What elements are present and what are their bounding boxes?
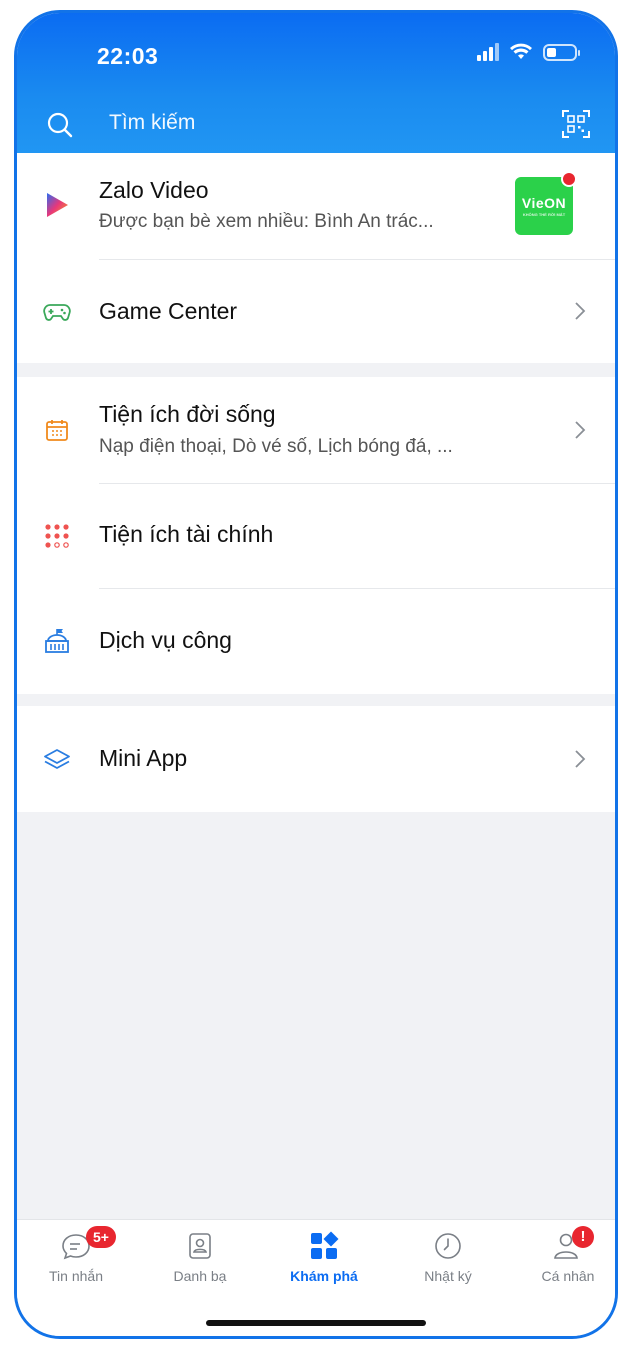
profile-icon: ! <box>552 1226 594 1262</box>
list-item-title: Dịch vụ công <box>99 627 232 653</box>
tab-label: Tin nhắn <box>49 1268 103 1284</box>
dots-grid-icon <box>43 522 71 550</box>
list-item-title: Tiện ích tài chính <box>99 521 274 547</box>
list-item-title: Tiện ích đời sống <box>99 401 276 427</box>
unread-badge: 5+ <box>86 1226 116 1248</box>
home-indicator <box>206 1320 426 1326</box>
discover-icon <box>308 1230 340 1262</box>
tab-label: Khám phá <box>290 1268 358 1284</box>
list-item-subtitle: Được bạn bè xem nhiều: Bình An trác... <box>99 211 434 232</box>
tab-label: Cá nhân <box>541 1268 595 1284</box>
clock-icon <box>432 1230 464 1262</box>
tab-profile[interactable]: ! Cá nhân <box>513 1226 615 1284</box>
chevron-right-icon <box>575 421 586 439</box>
phone-frame: 22:03 Tìm kiếm Zalo Video Được bạn bè xe… <box>14 10 618 1339</box>
thumbnail-tagline: KHÔNG THỂ RỜI MẮT <box>522 212 566 217</box>
list-item-tien-ich-tai-chinh[interactable]: Tiện ích tài chính <box>17 484 615 588</box>
list-item-dich-vu-cong[interactable]: Dịch vụ công <box>17 589 615 694</box>
tab-discover[interactable]: Khám phá <box>269 1230 379 1284</box>
tab-label: Nhật ký <box>424 1268 472 1284</box>
tab-messages[interactable]: 5+ Tin nhắn <box>21 1226 131 1284</box>
thumbnail-brand: VieON <box>521 195 567 211</box>
list-item-subtitle: Nạp điện thoại, Dò vé số, Lịch bóng đá, … <box>99 436 453 457</box>
list-item-title: Game Center <box>99 298 238 324</box>
search-bar[interactable]: Tìm kiếm <box>17 103 615 147</box>
search-label[interactable]: Tìm kiếm <box>109 111 195 135</box>
status-time: 22:03 <box>97 43 159 69</box>
battery-icon <box>543 43 580 61</box>
chevron-right-icon <box>575 302 586 320</box>
section-mini-app: Mini App <box>17 706 615 812</box>
government-building-icon <box>43 627 71 655</box>
wifi-icon <box>510 43 532 59</box>
chevron-right-icon <box>575 750 586 768</box>
list-item-zalo-video[interactable]: Zalo Video Được bạn bè xem nhiều: Bình A… <box>17 153 615 259</box>
list-item-title: Mini App <box>99 745 188 771</box>
list-item-mini-app[interactable]: Mini App <box>17 706 615 812</box>
signal-icon <box>477 43 499 61</box>
notification-dot <box>561 171 577 187</box>
gamepad-icon <box>43 298 71 326</box>
tab-timeline[interactable]: Nhật ký <box>393 1230 503 1284</box>
alert-badge: ! <box>572 1226 594 1248</box>
section-media: Zalo Video Được bạn bè xem nhiều: Bình A… <box>17 153 615 363</box>
tab-contacts[interactable]: Danh bạ <box>145 1230 255 1284</box>
header: 22:03 Tìm kiếm <box>17 13 615 153</box>
play-icon <box>43 191 71 219</box>
list-item-title: Zalo Video <box>99 177 209 203</box>
bottom-tab-bar: 5+ Tin nhắn Danh bạ Khám phá Nhật ký ! C… <box>17 1219 615 1336</box>
list-item-game-center[interactable]: Game Center <box>17 260 615 363</box>
qr-scan-icon[interactable] <box>561 109 591 139</box>
list-item-tien-ich-doi-song[interactable]: Tiện ích đời sống Nạp điện thoại, Dò vé … <box>17 377 615 483</box>
calendar-icon <box>43 416 71 444</box>
search-icon[interactable] <box>45 110 75 140</box>
chat-icon: 5+ <box>60 1226 116 1262</box>
section-utilities: Tiện ích đời sống Nạp điện thoại, Dò vé … <box>17 377 615 694</box>
contacts-icon <box>184 1230 216 1262</box>
layers-icon <box>43 746 71 774</box>
status-icons <box>477 43 580 61</box>
tab-label: Danh bạ <box>173 1268 227 1284</box>
